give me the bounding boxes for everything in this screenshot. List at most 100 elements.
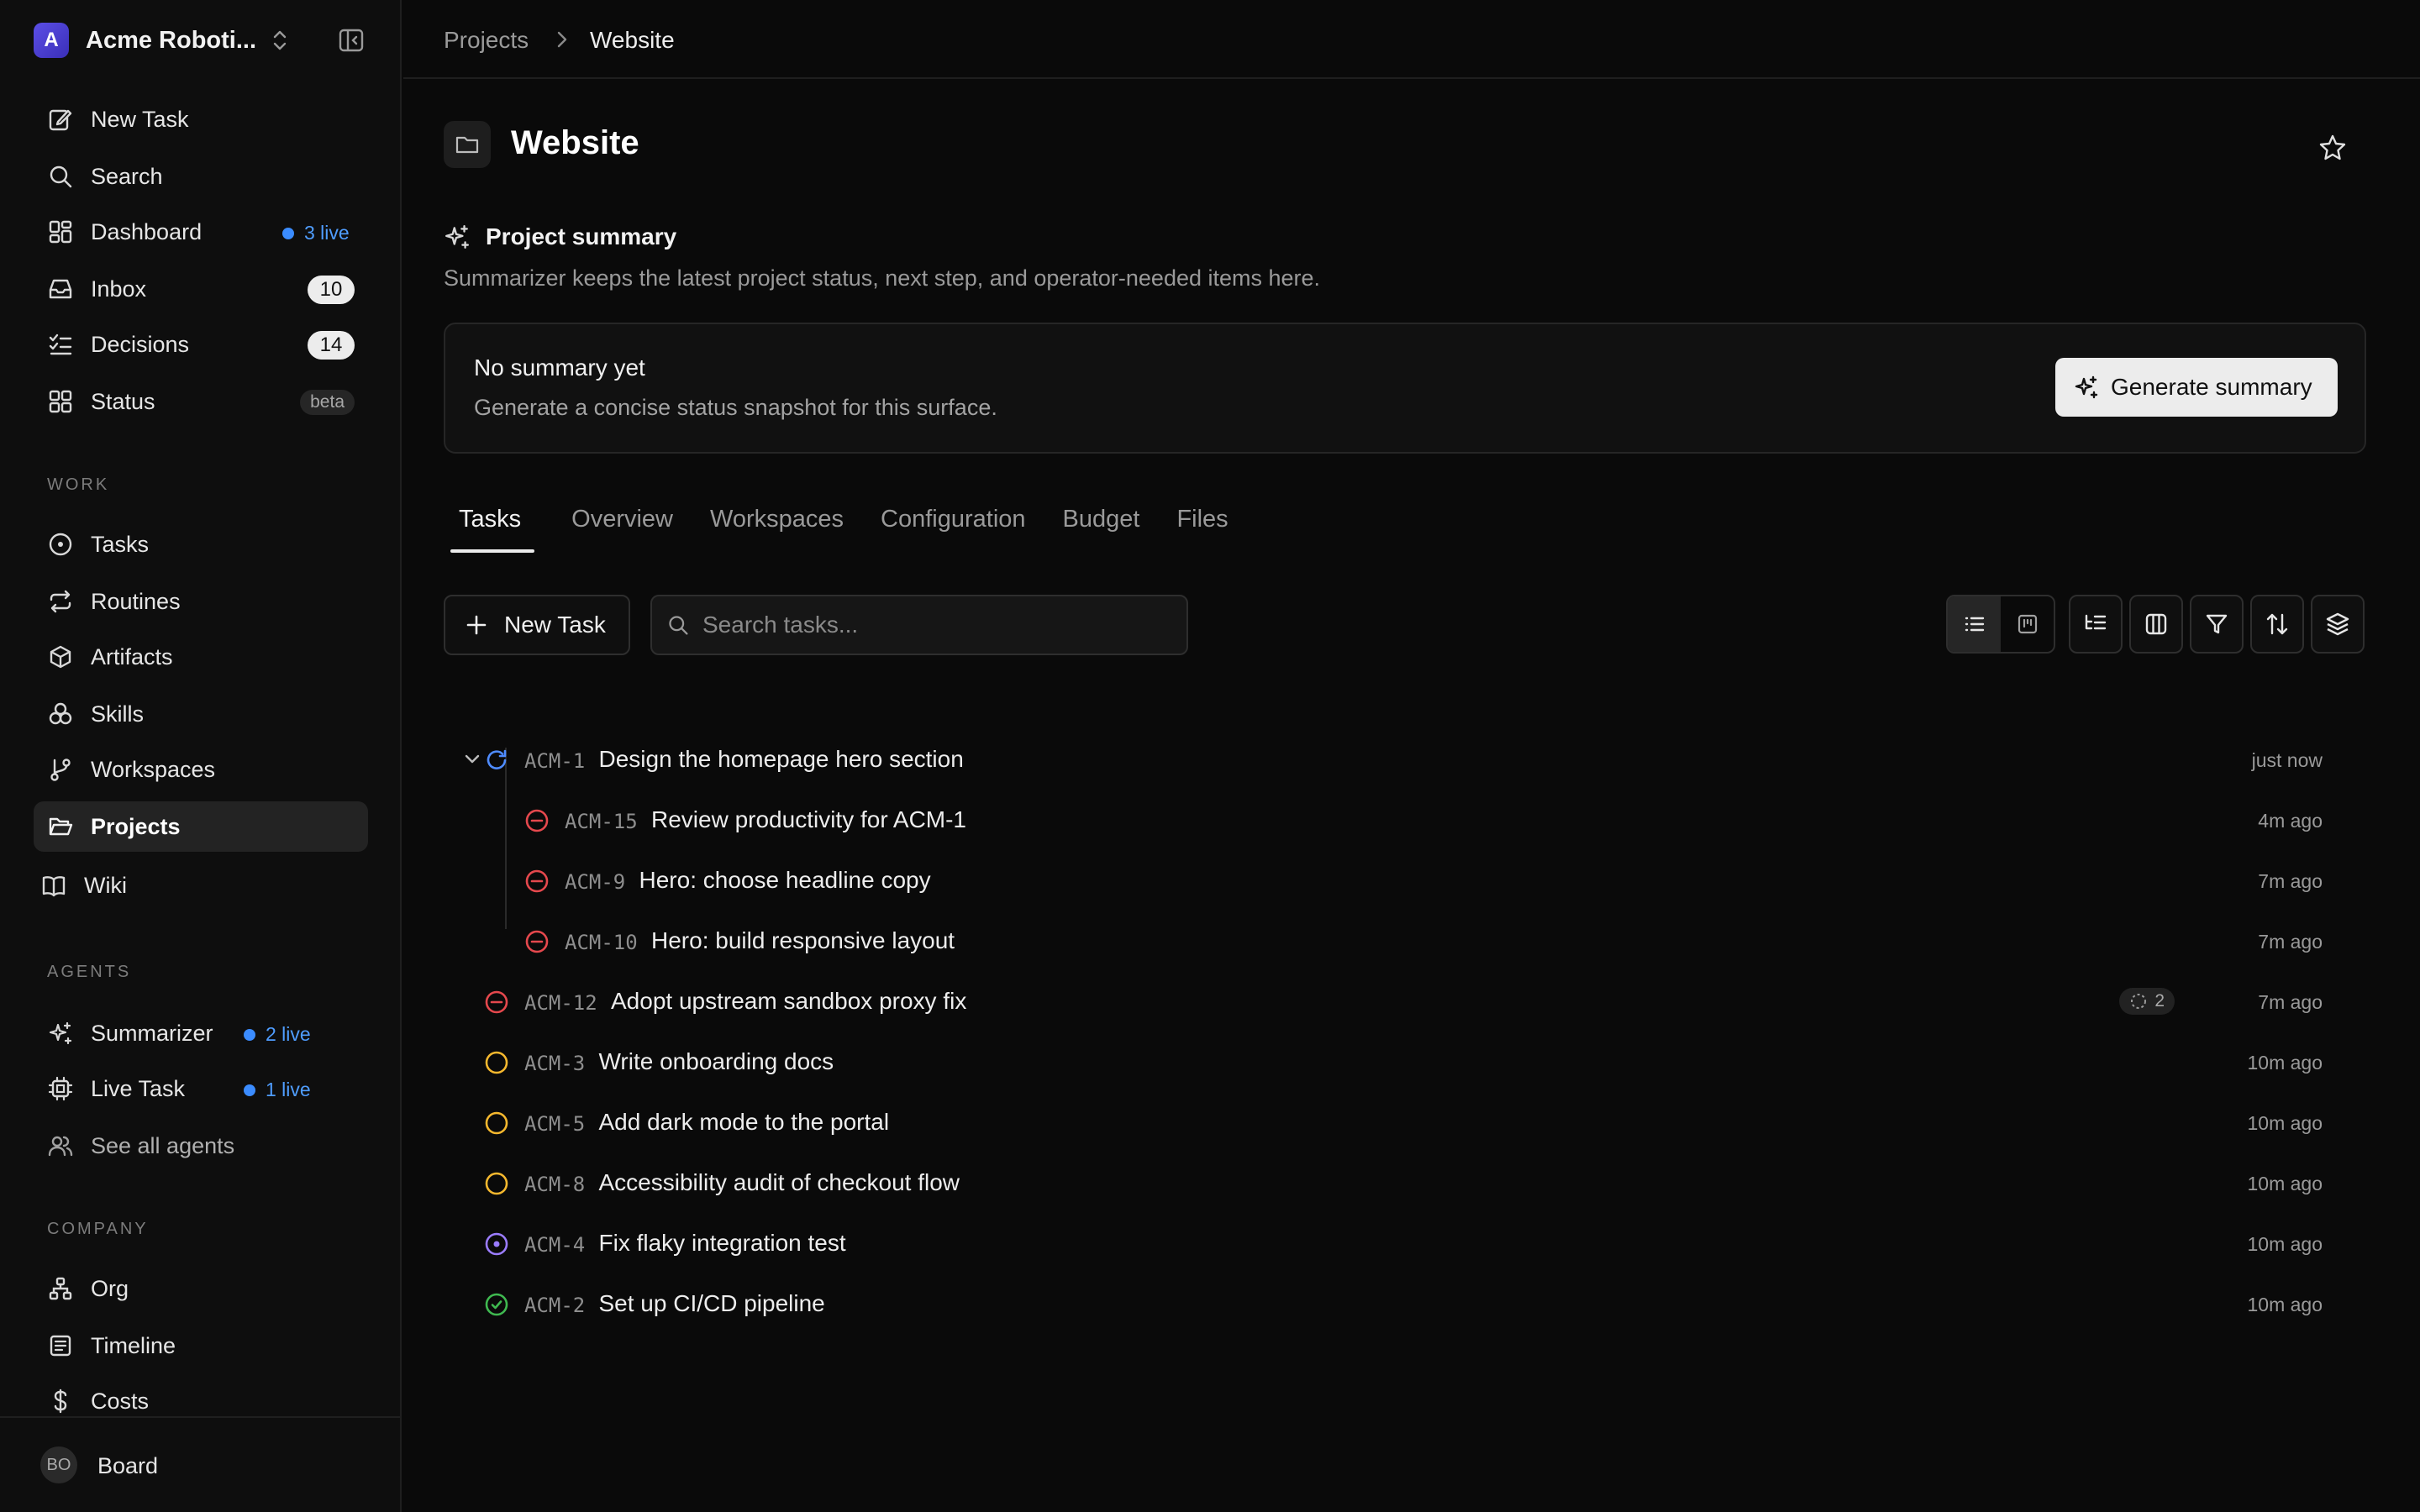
user-menu[interactable]: BO Board (0, 1416, 402, 1512)
task-row[interactable]: ACM-4 Fix flaky integration test 10m ago (444, 1213, 2343, 1273)
live-dot (282, 227, 294, 239)
status-blocked-icon[interactable] (524, 808, 550, 833)
breadcrumb-projects[interactable]: Projects (444, 27, 529, 54)
grid-icon (47, 388, 74, 415)
task-row[interactable]: ACM-10 Hero: build responsive layout 7m ag… (444, 911, 2343, 971)
task-row[interactable]: ACM-15 Review productivity for ACM-1 4m ag… (444, 790, 2343, 850)
sidebar-item-search[interactable]: Search (34, 151, 368, 202)
project-tabs: Tasks Overview Workspaces Configuration … (444, 497, 1265, 553)
kanban-icon (2018, 614, 2037, 634)
columns-button[interactable] (2129, 595, 2183, 654)
task-updated-time: 10m ago (2247, 1112, 2323, 1134)
chevron-right-icon (557, 31, 567, 48)
tab-files[interactable]: Files (1176, 497, 1228, 553)
edit-icon (47, 106, 74, 133)
sidebar-item-skills[interactable]: Skills (34, 689, 368, 739)
live-dot (244, 1084, 255, 1096)
status-in-progress-icon[interactable] (484, 748, 509, 773)
sidebar-item-tasks[interactable]: Tasks (34, 519, 368, 570)
task-row[interactable]: ACM-9 Hero: choose headline copy 7m ago (444, 850, 2343, 911)
task-row[interactable]: ACM-1 Design the homepage hero section jus… (444, 729, 2343, 790)
summary-card: No summary yet Generate a concise status… (444, 323, 2366, 454)
sidebar-item-label: Wiki (84, 872, 127, 898)
sidebar-item-label: Costs (91, 1388, 150, 1414)
sidebar-item-wiki[interactable]: Wiki (27, 860, 361, 911)
list-view-button[interactable] (1948, 596, 2001, 652)
sidebar: A Acme Roboti... New Task Search Dashboa… (0, 0, 402, 1512)
search-input[interactable] (702, 612, 1173, 638)
sidebar-item-new-task[interactable]: New Task (34, 94, 368, 144)
task-updated-time: 10m ago (2247, 1052, 2323, 1074)
skills-icon (47, 701, 74, 727)
sidebar-item-label: Inbox (91, 276, 147, 302)
status-blocked-icon[interactable] (524, 929, 550, 954)
status-blocked-icon[interactable] (484, 990, 509, 1015)
sidebar-item-label: Search (91, 163, 163, 189)
star-icon[interactable] (2317, 133, 2348, 163)
section-label-work: WORK (47, 475, 110, 494)
generate-summary-label: Generate summary (2111, 374, 2312, 400)
status-done-icon[interactable] (484, 1292, 509, 1317)
sidebar-item-status[interactable]: Status beta (34, 376, 368, 427)
generate-summary-button[interactable]: Generate summary (2055, 358, 2338, 417)
indent-list-icon (2085, 614, 2107, 630)
sidebar-item-inbox[interactable]: Inbox 10 (34, 264, 368, 314)
layers-button[interactable] (2311, 595, 2365, 654)
sidebar-item-label: Dashboard (91, 218, 203, 244)
sidebar-item-routines[interactable]: Routines (34, 576, 368, 627)
sidebar-item-label: Org (91, 1275, 129, 1301)
sidebar-item-timeline[interactable]: Timeline (34, 1320, 368, 1371)
summary-card-heading: No summary yet (474, 354, 645, 381)
org-switcher[interactable]: A Acme Roboti... (34, 22, 370, 59)
status-todo-icon[interactable] (484, 1171, 509, 1196)
task-row[interactable]: ACM-12 Adopt upstream sandbox proxy fix 2 7… (444, 971, 2343, 1032)
sidebar-item-decisions[interactable]: Decisions 14 (34, 319, 368, 370)
task-row[interactable]: ACM-2 Set up CI/CD pipeline 10m ago (444, 1273, 2343, 1334)
status-todo-icon[interactable] (484, 1110, 509, 1136)
sidebar-item-live-task[interactable]: Live Task 1 live (34, 1063, 368, 1114)
task-id: ACM-8 (524, 1173, 586, 1196)
tab-configuration[interactable]: Configuration (881, 497, 1026, 553)
sidebar-item-artifacts[interactable]: Artifacts (34, 632, 368, 682)
task-id: ACM-9 (565, 870, 626, 894)
task-row[interactable]: ACM-8 Accessibility audit of checkout flo… (444, 1152, 2343, 1213)
section-label-agents: AGENTS (47, 963, 132, 981)
sidebar-item-workspaces[interactable]: Workspaces (34, 744, 368, 795)
tab-budget[interactable]: Budget (1063, 497, 1140, 553)
sidebar-item-org[interactable]: Org (34, 1263, 368, 1314)
new-task-button[interactable]: New Task (444, 595, 630, 655)
tab-tasks[interactable]: Tasks (444, 497, 535, 553)
status-blocked-icon[interactable] (524, 869, 550, 894)
task-id: ACM-5 (524, 1112, 586, 1136)
sidebar-item-projects[interactable]: Projects (34, 801, 368, 852)
sparkles-icon (47, 1020, 74, 1047)
tab-workspaces[interactable]: Workspaces (710, 497, 844, 553)
project-summary-title: Project summary (486, 223, 677, 249)
board-view-button[interactable] (2001, 596, 2054, 652)
circle-dot-icon (47, 531, 74, 558)
cpu-icon (47, 1075, 74, 1102)
task-id: ACM-15 (565, 810, 638, 833)
status-in-review-icon[interactable] (484, 1231, 509, 1257)
layers-icon (2326, 612, 2349, 636)
status-todo-icon[interactable] (484, 1050, 509, 1075)
book-icon (40, 872, 67, 899)
chevron-down-icon[interactable] (460, 748, 484, 771)
sidebar-item-summarizer[interactable]: Summarizer 2 live (34, 1008, 368, 1058)
filter-button[interactable] (2190, 595, 2244, 654)
sidebar-item-see-all-agents[interactable]: See all agents (34, 1121, 368, 1171)
inbox-count-badge: 10 (308, 276, 355, 304)
sort-button[interactable] (2250, 595, 2304, 654)
tab-overview[interactable]: Overview (571, 497, 673, 553)
sidebar-item-label: Status (91, 388, 155, 414)
task-title: Adopt upstream sandbox proxy fix (611, 988, 967, 1014)
group-button[interactable] (2069, 595, 2123, 654)
task-title: Hero: build responsive layout (651, 927, 955, 953)
timeline-icon (47, 1332, 74, 1359)
sidebar-item-dashboard[interactable]: Dashboard 3 live (34, 207, 368, 257)
sidebar-collapse-icon[interactable] (338, 27, 365, 54)
task-row[interactable]: ACM-5 Add dark mode to the portal 10m ago (444, 1092, 2343, 1152)
avatar: BO (40, 1446, 77, 1483)
summary-card-subtext: Generate a concise status snapshot for t… (474, 395, 997, 420)
task-row[interactable]: ACM-3 Write onboarding docs 10m ago (444, 1032, 2343, 1092)
